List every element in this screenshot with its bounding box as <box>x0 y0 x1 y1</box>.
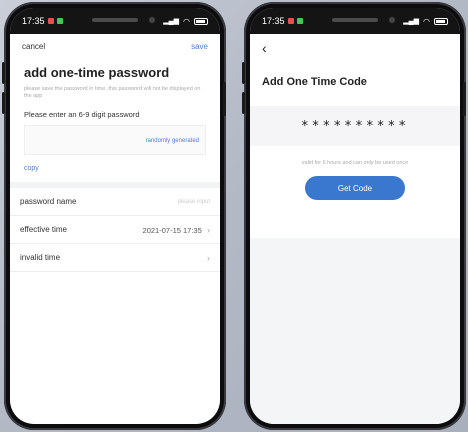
front-camera <box>149 17 155 23</box>
screen-one-time-code: 17:35 ▂▄▆ ◠ ‹ Add One Time Code ********… <box>250 8 460 424</box>
signal-icon: ▂▄▆ <box>403 18 420 25</box>
notification-icon <box>47 18 54 24</box>
signal-icon: ▂▄▆ <box>163 18 180 25</box>
code-display: ********** <box>250 106 460 146</box>
app-icon <box>296 18 303 24</box>
battery-icon <box>434 17 448 25</box>
battery-icon <box>194 17 208 25</box>
password-name-row[interactable]: password name please input <box>10 188 220 217</box>
one-time-code: ********** <box>300 118 410 134</box>
power-button <box>223 82 226 116</box>
screen-add-password: 17:35 ▂▄▆ ◠ cancel save add one-time pas… <box>10 8 220 424</box>
volume-up-button <box>2 62 5 84</box>
status-icons: ▂▄▆ ◠ <box>403 17 448 26</box>
randomly-generated-button[interactable]: randomly generated <box>146 138 199 144</box>
effective-time-row[interactable]: effective time 2021-07-15 17:35 › <box>10 216 220 245</box>
chevron-right-icon: › <box>207 224 210 235</box>
password-input[interactable]: randomly generated <box>24 125 206 156</box>
volume-down-button <box>242 92 245 114</box>
volume-up-button <box>242 62 245 84</box>
status-bar: 17:35 ▂▄▆ ◠ <box>250 8 460 34</box>
wifi-icon: ◠ <box>183 16 190 26</box>
chevron-left-icon: ‹ <box>262 40 267 56</box>
notification-icon <box>287 18 294 24</box>
status-bar: 17:35 ▂▄▆ ◠ <box>10 8 220 34</box>
validity-note: valid for 6 hours and can only be used o… <box>301 160 409 166</box>
save-note: please save the password in time, this p… <box>24 86 201 100</box>
back-button[interactable]: ‹ <box>250 34 460 56</box>
invalid-time-label: invalid time <box>20 253 61 263</box>
speaker-grille <box>92 18 138 22</box>
effective-time-value: 2021-07-15 17:35 <box>142 225 202 235</box>
save-button[interactable]: save <box>191 42 208 51</box>
password-name-hint: please input <box>177 198 210 205</box>
speaker-grille <box>332 18 378 22</box>
password-prompt: Please enter an 6-9 digit password <box>24 110 140 120</box>
empty-area <box>250 238 460 424</box>
get-code-button[interactable]: Get Code <box>305 176 405 200</box>
phone-left: 17:35 ▂▄▆ ◠ cancel save add one-time pas… <box>2 2 226 430</box>
app-icon <box>56 18 63 24</box>
page-title: add one-time password <box>24 65 170 80</box>
status-icons: ▂▄▆ ◠ <box>163 17 208 26</box>
page-title: Add One Time Code <box>262 76 367 88</box>
phone-right: 17:35 ▂▄▆ ◠ ‹ Add One Time Code ********… <box>242 2 466 430</box>
front-camera <box>389 17 395 23</box>
password-name-label: password name <box>20 197 77 207</box>
status-time: 17:35 <box>262 16 285 26</box>
nav-bar: cancel save <box>10 34 220 51</box>
power-button <box>463 82 466 116</box>
volume-down-button <box>2 92 5 114</box>
effective-time-label: effective time <box>20 225 67 235</box>
invalid-time-row[interactable]: invalid time › <box>10 244 220 273</box>
cancel-button[interactable]: cancel <box>22 42 45 51</box>
wifi-icon: ◠ <box>423 16 430 26</box>
status-time: 17:35 <box>22 16 45 26</box>
chevron-right-icon: › <box>207 252 210 263</box>
copy-button[interactable]: copy <box>10 155 220 172</box>
